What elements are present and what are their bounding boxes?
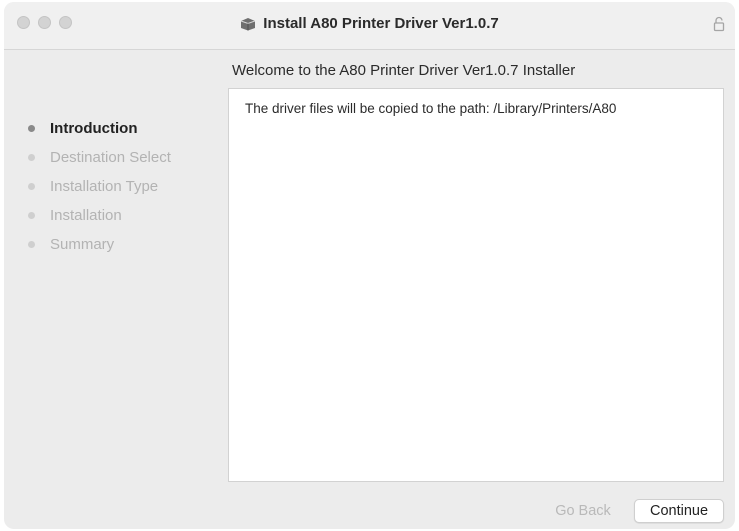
- step-summary: Summary: [28, 230, 171, 259]
- title-bar[interactable]: Install A80 Printer Driver Ver1.0.7: [4, 2, 735, 50]
- installer-window: Install A80 Printer Driver Ver1.0.7 Welc…: [4, 2, 735, 529]
- content-text: The driver files will be copied to the p…: [245, 101, 617, 116]
- package-icon: [240, 17, 256, 31]
- lock-icon: [713, 16, 725, 32]
- step-indicator: [28, 183, 35, 190]
- window-title: Install A80 Printer Driver Ver1.0.7: [263, 15, 499, 32]
- step-indicator: [28, 241, 35, 248]
- step-introduction: Introduction: [28, 114, 171, 143]
- step-indicator: [28, 125, 35, 132]
- continue-button[interactable]: Continue: [634, 499, 724, 523]
- step-indicator: [28, 154, 35, 161]
- content-pane[interactable]: The driver files will be copied to the p…: [228, 88, 724, 482]
- step-label: Summary: [50, 236, 115, 253]
- go-back-button[interactable]: Go Back: [540, 499, 626, 523]
- window-title-group: Install A80 Printer Driver Ver1.0.7: [4, 15, 735, 32]
- step-installation-type: Installation Type: [28, 172, 171, 201]
- step-label: Destination Select: [50, 149, 171, 166]
- step-destination-select: Destination Select: [28, 143, 171, 172]
- step-indicator: [28, 212, 35, 219]
- step-installation: Installation: [28, 201, 171, 230]
- welcome-heading: Welcome to the A80 Printer Driver Ver1.0…: [232, 62, 576, 79]
- step-label: Installation Type: [50, 178, 159, 195]
- step-label: Introduction: [50, 120, 138, 137]
- step-label: Installation: [50, 207, 122, 224]
- installer-steps: Introduction Destination Select Installa…: [28, 114, 171, 259]
